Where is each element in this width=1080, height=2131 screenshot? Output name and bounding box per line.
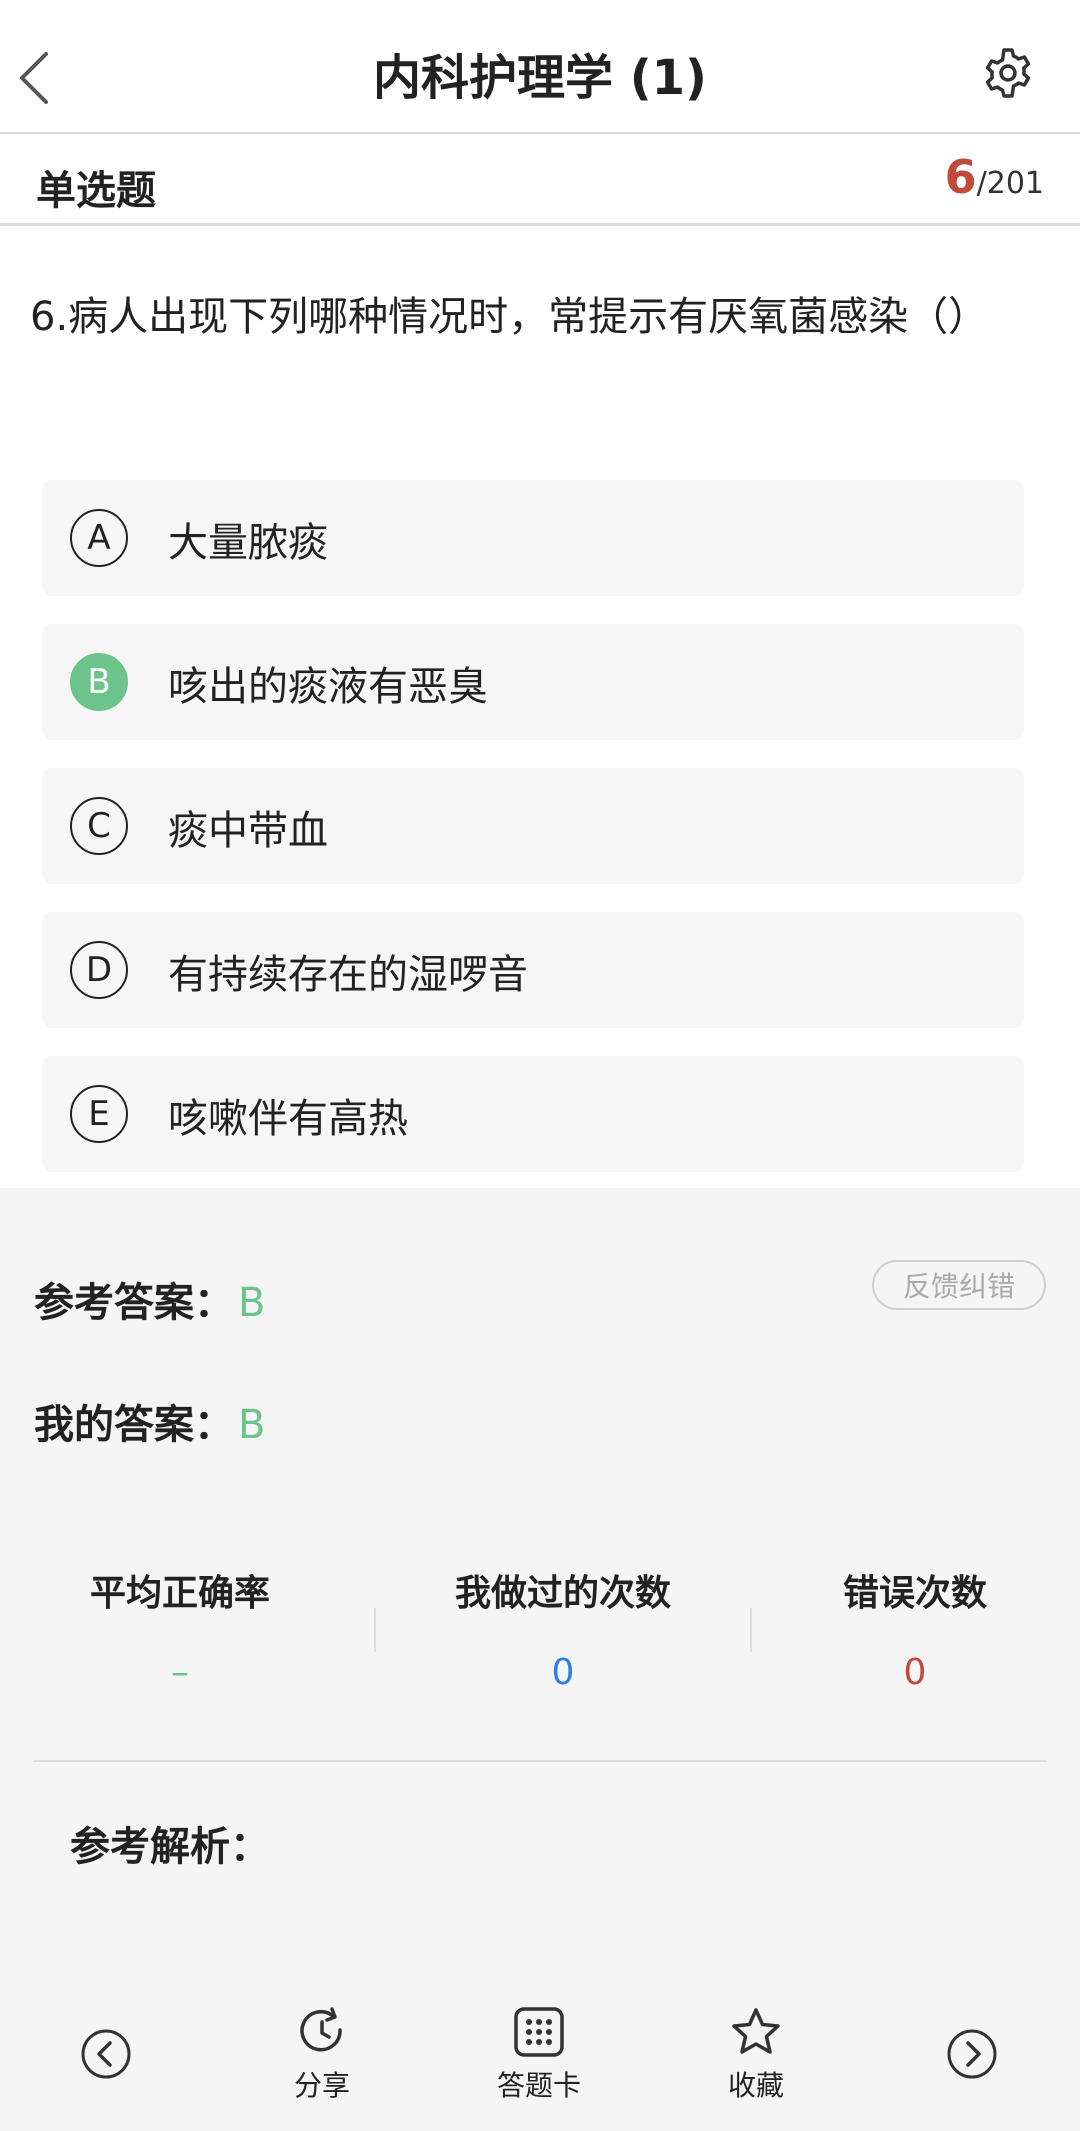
- question-type-label: 单选题: [36, 168, 156, 214]
- stat-label: 错误次数: [842, 1573, 987, 1614]
- stat-error-count: 错误次数 0: [765, 1564, 1065, 1693]
- share-refresh-icon: [300, 2007, 342, 2052]
- section-divider: [34, 1760, 1046, 1762]
- option-text-e: 咳嗽伴有高热: [168, 1096, 408, 1142]
- next-button[interactable]: [946, 2028, 998, 2080]
- option-list: A 大量脓痰 B 咳出的痰液有恶臭 C 痰中带血 D 有持续存在的湿啰音 E 咳…: [42, 480, 1024, 1200]
- stat-value: 0: [903, 1652, 927, 1693]
- option-badge-a: A: [70, 509, 128, 567]
- favorite-label: 收藏: [727, 2069, 784, 2102]
- nav-bar: 内科护理学 (1): [0, 0, 1080, 134]
- chevron-left-circle-icon: [81, 2029, 131, 2079]
- stat-attempt-count: 我做过的次数 0: [413, 1564, 713, 1693]
- option-text-a: 大量脓痰: [168, 520, 328, 566]
- reference-answer-label: 参考答案：: [34, 1280, 234, 1326]
- stat-divider: [374, 1608, 376, 1652]
- stat-average-accuracy: 平均正确率 –: [30, 1564, 330, 1693]
- option-d[interactable]: D 有持续存在的湿啰音: [42, 912, 1024, 1028]
- option-text-d: 有持续存在的湿啰音: [168, 952, 528, 998]
- option-badge-b: B: [70, 653, 128, 711]
- chevron-right-circle-icon: [947, 2029, 997, 2079]
- page-title: 内科护理学 (1): [373, 50, 707, 106]
- reference-answer-row: 参考答案： B: [34, 1270, 265, 1328]
- reference-answer-value: B: [238, 1280, 266, 1326]
- previous-button[interactable]: [80, 2028, 132, 2080]
- share-label: 分享: [293, 2069, 350, 2102]
- stat-label: 平均正确率: [89, 1573, 270, 1614]
- stat-divider: [750, 1608, 752, 1652]
- share-button[interactable]: 分享: [286, 2006, 358, 2104]
- bottom-toolbar: 分享 答题卡 收藏: [0, 1990, 1080, 2131]
- grid-icon: [514, 2007, 564, 2057]
- explanation-label: 参考解析：: [70, 1824, 270, 1870]
- question-text: 6.病人出现下列哪种情况时，常提示有厌氧菌感染（）: [30, 294, 989, 340]
- my-answer-value: B: [238, 1402, 266, 1448]
- option-badge-c: C: [70, 797, 128, 855]
- option-e[interactable]: E 咳嗽伴有高热: [42, 1056, 1024, 1172]
- option-text-c: 痰中带血: [168, 808, 328, 854]
- option-c[interactable]: C 痰中带血: [42, 768, 1024, 884]
- option-a[interactable]: A 大量脓痰: [42, 480, 1024, 596]
- option-text-b: 咳出的痰液有恶臭: [168, 664, 488, 710]
- answer-card-label: 答题卡: [496, 2069, 581, 2102]
- answer-card-button[interactable]: 答题卡: [494, 2006, 584, 2104]
- stat-value: –: [171, 1652, 189, 1693]
- stat-value: 0: [551, 1652, 575, 1693]
- question-type-bar: 单选题 6/201: [0, 136, 1080, 226]
- my-answer-row: 我的答案： B: [34, 1392, 265, 1450]
- gear-icon: [985, 48, 1031, 98]
- my-answer-label: 我的答案：: [34, 1402, 234, 1448]
- star-icon: [732, 2008, 780, 2054]
- total-question-count: /201: [976, 166, 1044, 201]
- current-question-number: 6: [944, 150, 977, 204]
- settings-button[interactable]: [982, 47, 1034, 99]
- question-counter: 6/201: [945, 150, 1044, 204]
- favorite-button[interactable]: 收藏: [720, 2006, 792, 2104]
- option-b[interactable]: B 咳出的痰液有恶臭: [42, 624, 1024, 740]
- option-badge-e: E: [70, 1085, 128, 1143]
- option-badge-d: D: [70, 941, 128, 999]
- feedback-button[interactable]: 反馈纠错: [872, 1260, 1046, 1310]
- stat-label: 我做过的次数: [454, 1573, 671, 1614]
